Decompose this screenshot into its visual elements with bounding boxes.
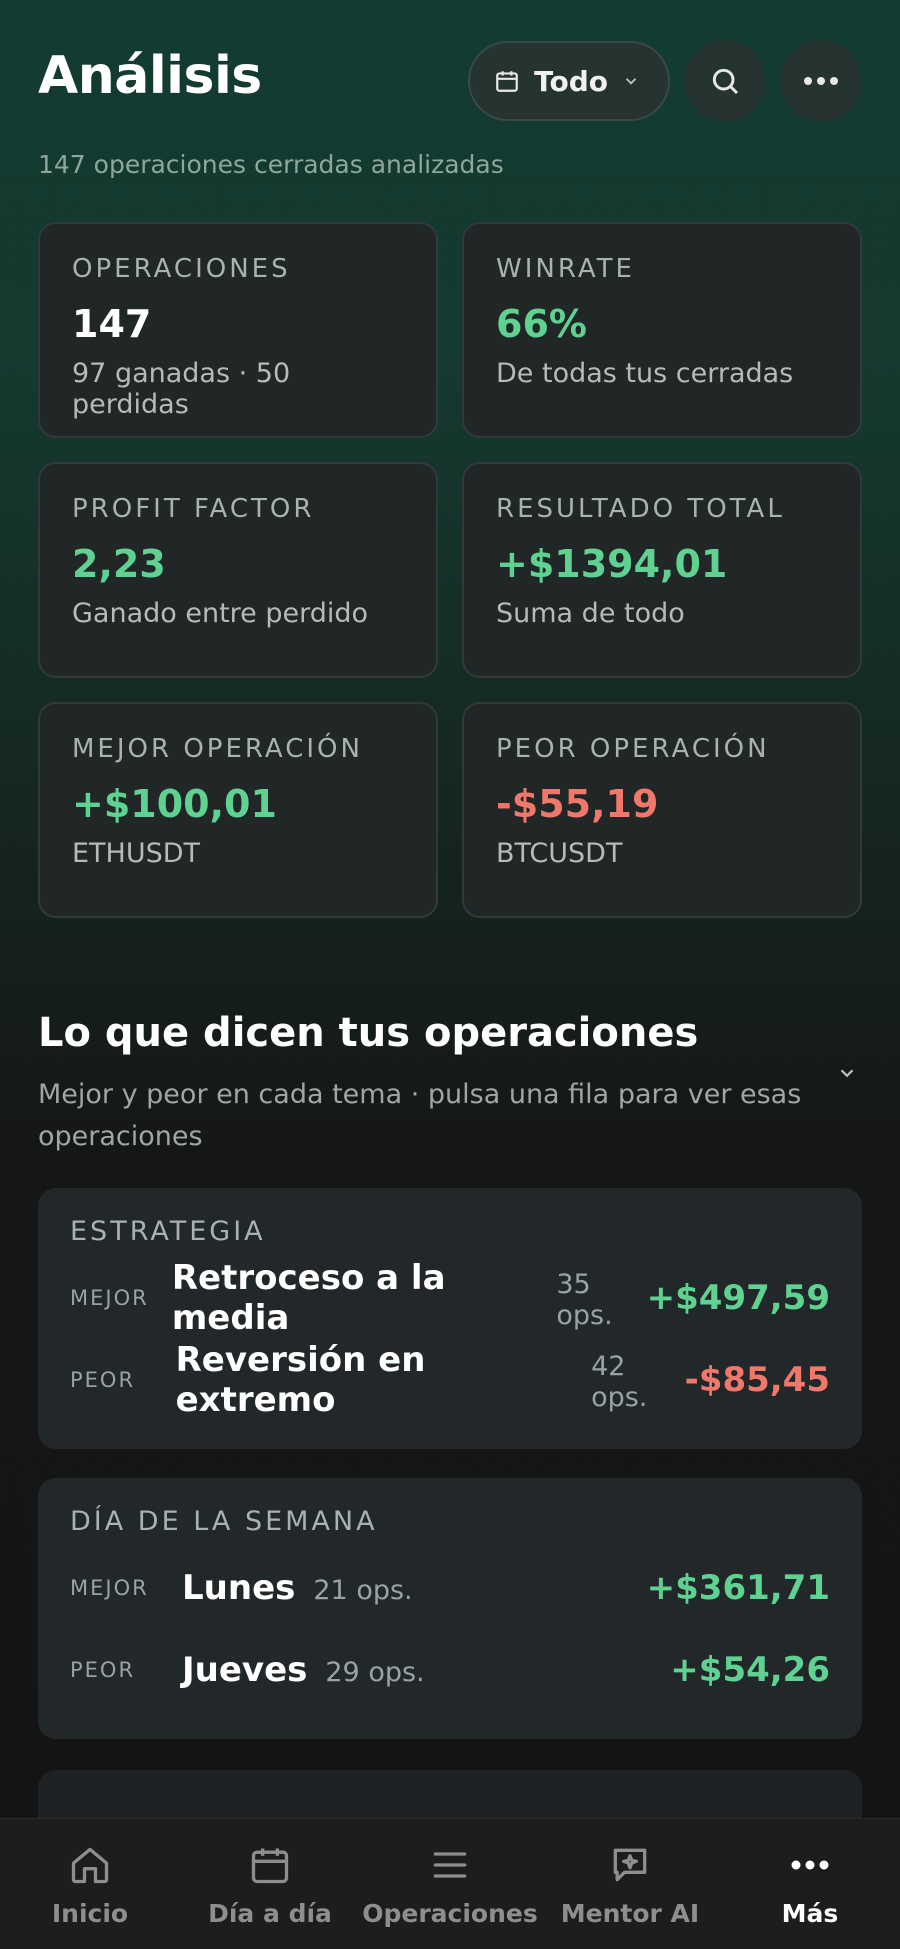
bottom-nav: Inicio Día a día Operaciones Mentor AI M…: [0, 1818, 900, 1949]
stat-value: 147: [72, 302, 152, 346]
stat-label: PEOR OPERACIÓN: [496, 734, 770, 764]
nav-item-operaciones[interactable]: Operaciones: [360, 1819, 540, 1949]
stat-value: +$1394,01: [496, 542, 728, 586]
nav-label: Mentor AI: [560, 1899, 700, 1928]
row-amount: +$497,59: [646, 1278, 830, 1318]
stat-card-resultado-total[interactable]: RESULTADO TOTAL +$1394,01 Suma de todo: [462, 462, 862, 678]
collapse-chevron-icon[interactable]: [836, 1062, 858, 1084]
row-name: Lunes: [182, 1568, 296, 1608]
period-filter-label: Todo: [534, 64, 608, 98]
chat-sparkle-icon: [608, 1843, 652, 1887]
insight-row-worst[interactable]: PEOR Jueves 29 ops. +$54,26: [70, 1629, 830, 1711]
more-options-button[interactable]: [780, 40, 862, 122]
nav-label: Inicio: [51, 1899, 129, 1928]
panel-title: ESTRATEGIA: [70, 1216, 266, 1247]
stat-card-winrate[interactable]: WINRATE 66% De todas tus cerradas: [462, 222, 862, 438]
row-name: Reversión en extremo: [175, 1340, 426, 1420]
stat-value: +$100,01: [72, 782, 277, 826]
stat-label: WINRATE: [496, 254, 635, 284]
stat-sub: De todas tus cerradas: [496, 358, 794, 389]
row-amount: +$361,71: [646, 1568, 830, 1608]
stats-grid: OPERACIONES 147 97 ganadas · 50 perdidas…: [38, 222, 862, 918]
row-ops: 21 ops.: [313, 1574, 413, 1606]
row-name: Jueves: [182, 1650, 308, 1690]
search-icon: [709, 65, 741, 97]
insights-description: Mejor y peor en cada tema · pulsa una fi…: [38, 1079, 802, 1152]
nav-item-inicio[interactable]: Inicio: [0, 1819, 180, 1949]
stat-card-operaciones[interactable]: OPERACIONES 147 97 ganadas · 50 perdidas: [38, 222, 438, 438]
row-ops: 35 ops.: [556, 1269, 613, 1331]
row-ops: 42 ops.: [591, 1351, 648, 1413]
header: Análisis Todo: [38, 40, 862, 122]
row-ops: 29 ops.: [325, 1656, 425, 1688]
nav-label: Más: [781, 1899, 839, 1928]
stat-sub: Ganado entre perdido: [72, 598, 369, 629]
insight-panel-estrategia: ESTRATEGIA MEJOR Retroceso a la media 35…: [38, 1188, 862, 1449]
stat-card-peor-operacion[interactable]: PEOR OPERACIÓN -$55,19 BTCUSDT: [462, 702, 862, 918]
stat-value: 2,23: [72, 542, 166, 586]
nav-item-dia-a-dia[interactable]: Día a día: [180, 1819, 360, 1949]
stat-card-mejor-operacion[interactable]: MEJOR OPERACIÓN +$100,01 ETHUSDT: [38, 702, 438, 918]
stat-value: 66%: [496, 302, 587, 346]
page-subtitle: 147 operaciones cerradas analizadas: [38, 150, 504, 179]
stat-label: RESULTADO TOTAL: [496, 494, 785, 524]
stat-sub: ETHUSDT: [72, 838, 201, 869]
more-icon: [788, 1843, 832, 1887]
stat-sub: Suma de todo: [496, 598, 685, 629]
calendar-icon: [248, 1843, 292, 1887]
insight-panel-dia-semana: DÍA DE LA SEMANA MEJOR Lunes 21 ops. +$3…: [38, 1478, 862, 1739]
nav-item-mas[interactable]: Más: [720, 1819, 900, 1949]
row-amount: +$54,26: [670, 1650, 830, 1690]
row-amount: -$85,45: [684, 1360, 830, 1400]
stat-sub: BTCUSDT: [496, 838, 623, 869]
nav-label: Día a día: [208, 1899, 332, 1928]
insights-title: Lo que dicen tus operaciones: [38, 1010, 699, 1056]
stat-label: PROFIT FACTOR: [72, 494, 315, 524]
page-title: Análisis: [38, 46, 262, 106]
header-actions: Todo: [468, 40, 862, 122]
search-button[interactable]: [684, 40, 766, 122]
stat-label: OPERACIONES: [72, 254, 291, 284]
panel-title: DÍA DE LA SEMANA: [70, 1506, 378, 1537]
nav-item-mentor-ai[interactable]: Mentor AI: [540, 1819, 720, 1949]
stat-sub: 97 ganadas · 50 perdidas: [72, 358, 291, 420]
row-tag: MEJOR: [70, 1576, 149, 1600]
period-filter-button[interactable]: Todo: [468, 41, 670, 121]
stat-value: -$55,19: [496, 782, 659, 826]
row-tag: MEJOR: [70, 1286, 149, 1310]
row-tag: PEOR: [70, 1368, 136, 1392]
calendar-icon: [494, 68, 520, 94]
stat-card-profit-factor[interactable]: PROFIT FACTOR 2,23 Ganado entre perdido: [38, 462, 438, 678]
row-name: Retroceso a la media: [171, 1258, 446, 1338]
stat-label: MEJOR OPERACIÓN: [72, 734, 363, 764]
home-icon: [68, 1843, 112, 1887]
list-icon: [428, 1843, 472, 1887]
more-horizontal-icon: [803, 76, 839, 86]
nav-label: Operaciones: [362, 1899, 538, 1928]
chevron-down-icon: [622, 72, 640, 90]
row-tag: PEOR: [70, 1658, 136, 1682]
insight-row-best[interactable]: MEJOR Lunes 21 ops. +$361,71: [70, 1547, 830, 1629]
insight-row-worst[interactable]: PEOR Reversión en extremo 42 ops. -$85,4…: [70, 1339, 830, 1421]
insight-row-best[interactable]: MEJOR Retroceso a la media 35 ops. +$497…: [70, 1257, 830, 1339]
